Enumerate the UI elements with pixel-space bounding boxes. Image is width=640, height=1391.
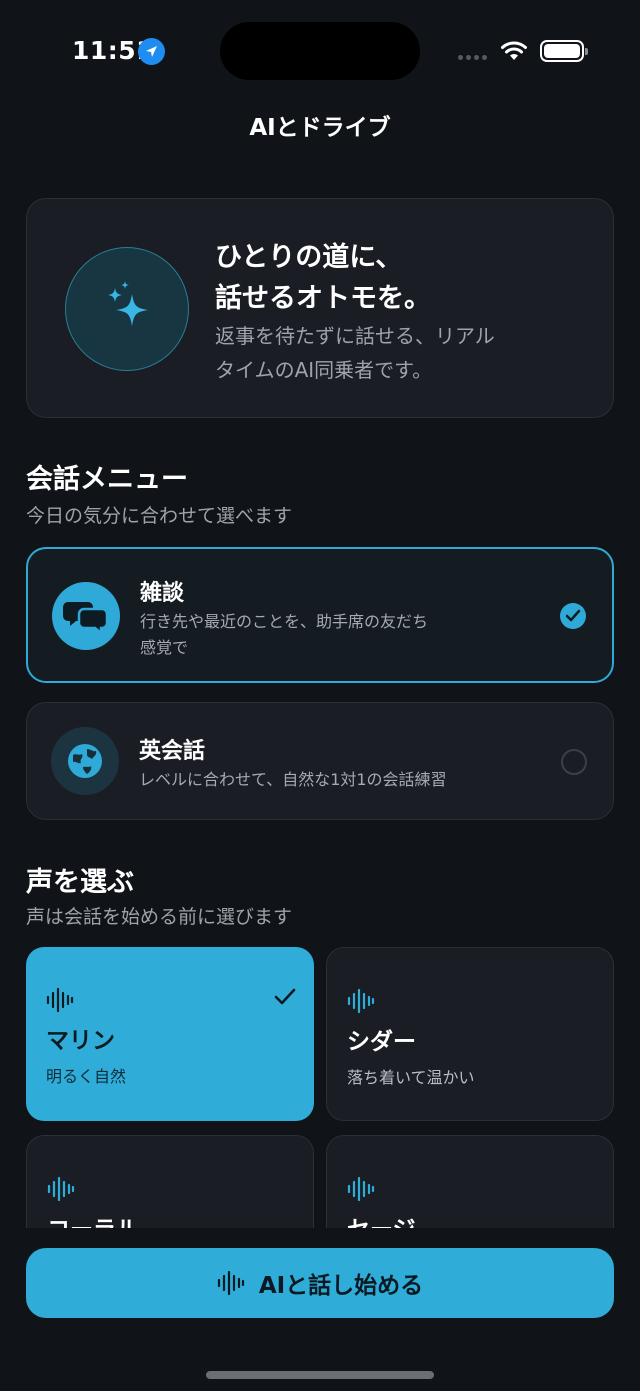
hero-desc-line2: タイムのAI同乗者です。 — [215, 358, 433, 382]
selected-check-icon — [560, 603, 586, 629]
voice-name: シダー — [347, 1029, 416, 1055]
hero-title-line2: 話せるオトモを。 — [215, 283, 431, 314]
location-arrow-icon — [138, 38, 165, 65]
voice-section-title: 声を選ぶ — [26, 867, 134, 898]
page-title: AIとドライブ — [249, 115, 391, 141]
start-button-label: AIと話し始める — [258, 1273, 424, 1299]
voice-name: コーラル — [47, 1210, 139, 1228]
home-indicator[interactable] — [206, 1371, 434, 1379]
voice-description: 落ち着いて温かい — [347, 1068, 475, 1087]
hero-desc-line1: 返事を待たずに話せる、リアル — [215, 324, 495, 348]
cellular-signal-icon — [458, 55, 487, 60]
menu-item-title: 雑談 — [140, 581, 185, 606]
dynamic-island — [220, 22, 420, 80]
hero-card: ひとりの道に、 話せるオトモを。 返事を待たずに話せる、リアル タイムのAI同乗… — [26, 198, 614, 418]
menu-section-title: 会話メニュー — [26, 464, 188, 495]
menu-item-english[interactable]: 英会話 レベルに合わせて、自然な1対1の会話練習 — [26, 702, 614, 820]
waveform-icon — [46, 987, 74, 1013]
menu-item-desc-line1: 行き先や最近のことを、助手席の友だち — [140, 612, 429, 631]
checkmark-icon — [274, 988, 296, 1005]
menu-item-description: 行き先や最近のことを、助手席の友だち 感覚で — [140, 609, 510, 661]
voice-name: マリン — [46, 1028, 115, 1054]
radio-unselected[interactable] — [561, 749, 587, 775]
sparkles-icon — [65, 247, 189, 371]
hero-description: 返事を待たずに話せる、リアル タイムのAI同乗者です。 — [215, 319, 575, 387]
menu-item-title: 英会話 — [139, 739, 206, 764]
voice-description: 明るく自然 — [46, 1067, 127, 1086]
waveform-icon — [347, 988, 375, 1014]
hero-title: ひとりの道に、 話せるオトモを。 — [215, 237, 595, 319]
battery-icon — [540, 40, 588, 62]
wifi-icon — [501, 41, 527, 60]
voice-option-cedar[interactable]: シダー 落ち着いて温かい — [326, 947, 614, 1121]
waveform-icon — [47, 1176, 75, 1202]
voice-section-subtitle: 声は会話を始める前に選びます — [26, 906, 293, 928]
status-bar: 11:51 — [0, 0, 640, 100]
menu-section-subtitle: 今日の気分に合わせて選べます — [26, 505, 293, 527]
voice-option-sage[interactable]: セージ — [326, 1135, 614, 1228]
scroll-content[interactable]: ひとりの道に、 話せるオトモを。 返事を待たずに話せる、リアル タイムのAI同乗… — [0, 160, 640, 1228]
menu-item-chat[interactable]: 雑談 行き先や最近のことを、助手席の友だち 感覚で — [26, 547, 614, 683]
voice-name: セージ — [347, 1210, 416, 1228]
globe-icon — [51, 727, 119, 795]
chat-bubbles-icon — [52, 582, 120, 650]
waveform-icon — [347, 1176, 375, 1202]
start-talk-button[interactable]: AIと話し始める — [26, 1248, 614, 1318]
voice-option-marin[interactable]: マリン 明るく自然 — [26, 947, 314, 1121]
hero-title-line1: ひとりの道に、 — [215, 242, 403, 273]
menu-item-desc-line2: 感覚で — [140, 638, 189, 657]
waveform-icon — [217, 1270, 244, 1296]
menu-item-description: レベルに合わせて、自然な1対1の会話練習 — [139, 770, 447, 789]
voice-option-coral[interactable]: コーラル — [26, 1135, 314, 1228]
